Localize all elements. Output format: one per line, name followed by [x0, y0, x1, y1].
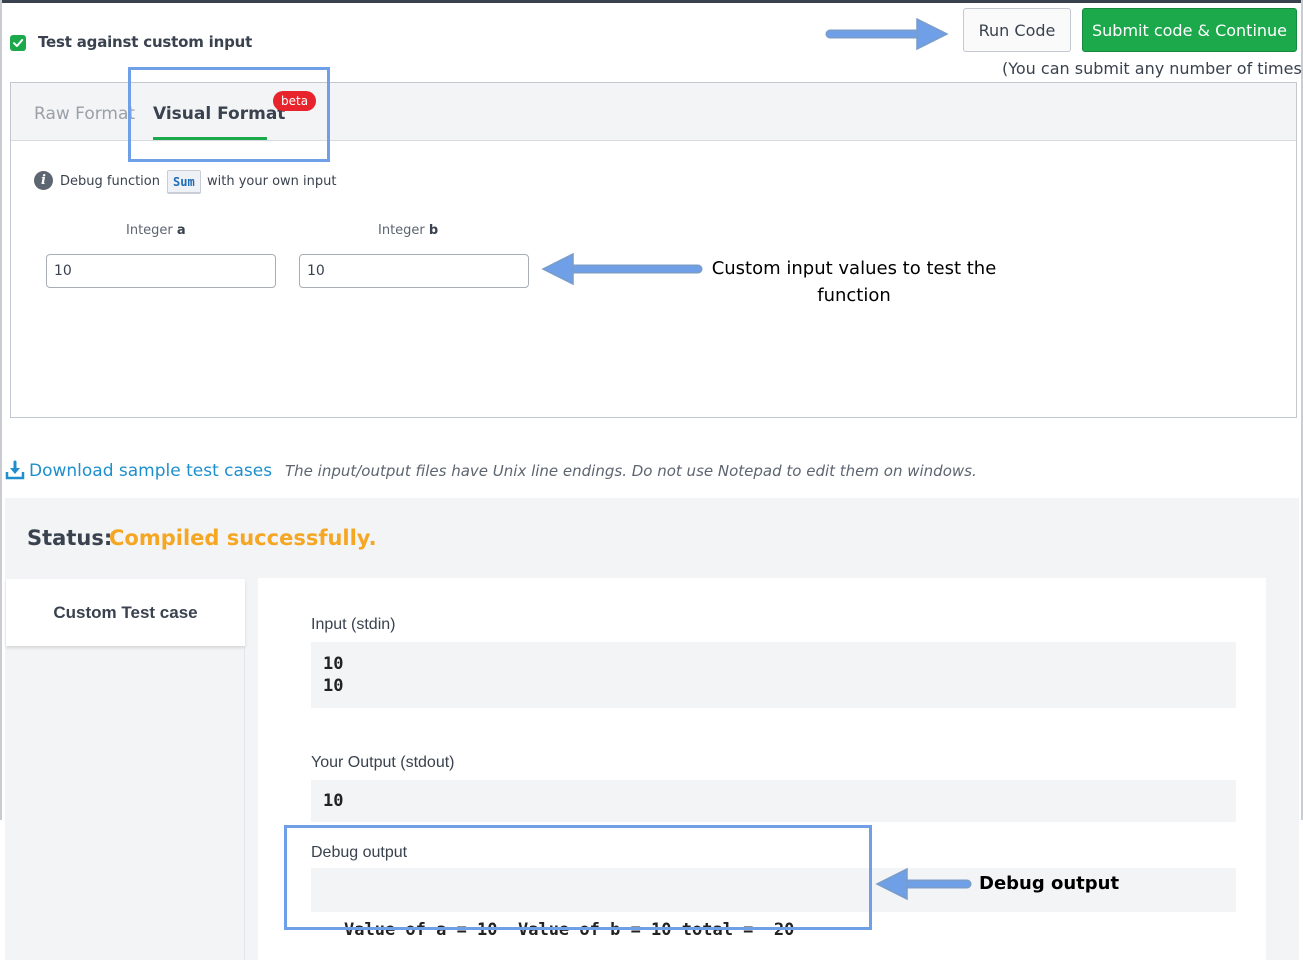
download-icon[interactable] — [5, 460, 25, 480]
status-value: Compiled successfully. — [109, 526, 377, 550]
status-bar: Status: Compiled successfully. — [5, 498, 1299, 578]
status-label: Status: — [27, 526, 113, 550]
download-sample-link[interactable]: Download sample test cases — [29, 461, 272, 481]
output-stdout-box: 10 — [311, 780, 1236, 822]
checkmark-icon — [13, 39, 24, 47]
run-code-button[interactable]: Run Code — [963, 8, 1071, 52]
output-line: 10 — [323, 791, 344, 811]
integer-b-input[interactable] — [299, 254, 529, 288]
debug-hint-suffix: with your own input — [207, 174, 337, 189]
custom-input-annotation: Custom input values to test the function — [711, 258, 997, 306]
info-icon: i — [34, 171, 53, 190]
arrow-right-icon — [825, 17, 949, 51]
line-endings-note: The input/output files have Unix line en… — [285, 462, 977, 480]
input-stdin-title: Input (stdin) — [311, 616, 396, 633]
arrow-left-icon — [541, 252, 703, 286]
debug-output-annotation: Debug output — [979, 873, 1120, 894]
arrow-left-icon — [875, 867, 972, 901]
custom-input-checkbox[interactable] — [10, 35, 26, 51]
tab-custom-test-case[interactable]: Custom Test case — [6, 579, 245, 646]
input-line: 10 — [323, 676, 344, 696]
integer-a-label: Integer a — [126, 223, 186, 238]
window-top-border — [0, 0, 1303, 3]
tab-raw-format[interactable]: Raw Format — [34, 104, 135, 124]
input-line: 10 — [323, 654, 344, 674]
input-stdin-box: 10 10 — [311, 642, 1236, 708]
submit-code-button[interactable]: Submit code & Continue — [1082, 8, 1297, 52]
submit-note: (You can submit any number of times) — [1002, 59, 1303, 78]
visual-tab-highlight-box — [128, 67, 330, 162]
window-left-border — [0, 0, 2, 820]
integer-a-input[interactable] — [46, 254, 276, 288]
integer-b-label: Integer b — [378, 223, 439, 238]
function-name-chip: Sum — [167, 170, 201, 194]
debug-output-highlight-box — [284, 825, 872, 930]
debug-hint-prefix: Debug function — [60, 174, 160, 189]
custom-input-label[interactable]: Test against custom input — [38, 33, 252, 51]
test-case-sidebar: Custom Test case — [5, 578, 245, 960]
output-stdout-title: Your Output (stdout) — [311, 754, 455, 771]
